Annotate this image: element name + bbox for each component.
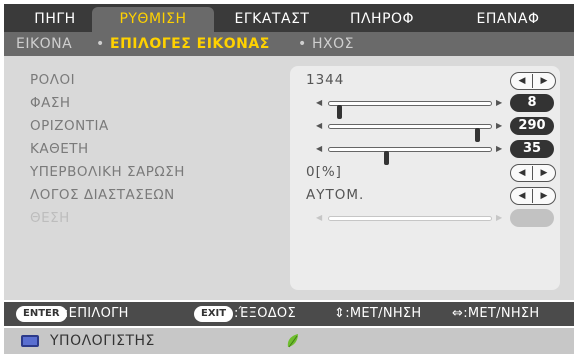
aspect-ratio-spinner[interactable]: ◀ ▶	[510, 187, 556, 205]
subtab-picture[interactable]: ΕΙΚΟΝΑ	[16, 32, 72, 56]
setting-value-aspect-ratio: ΑΥΤΟΜ.	[306, 187, 365, 203]
horizontal-value: 290	[510, 117, 554, 135]
eco-leaf-icon	[287, 334, 298, 348]
arrow-right-icon[interactable]: ▶	[533, 73, 555, 89]
arrow-left-icon[interactable]: ◀	[511, 188, 533, 204]
help-leftright-text: ⇔:ΜΕΤ/ΝΗΣΗ	[452, 306, 540, 321]
tab-setup[interactable]: ΡΥΘΜΙΣΗ	[92, 7, 214, 32]
arrow-left-icon[interactable]: ◀	[511, 73, 533, 89]
enter-key-badge: ENTER	[16, 306, 67, 322]
exit-key-badge: EXIT	[194, 306, 234, 322]
position-slider: ◀ ▶	[314, 208, 506, 228]
overscan-spinner[interactable]: ◀ ▶	[510, 164, 556, 182]
arrow-left-icon[interactable]: ◀	[316, 139, 322, 159]
vertical-value: 35	[510, 140, 554, 158]
setting-label-horizontal: ΟΡΙΖΟΝΤΙΑ	[30, 118, 109, 134]
horizontal-slider[interactable]: ◀ ▶	[314, 116, 506, 142]
arrow-right-icon[interactable]: ▶	[533, 188, 555, 204]
status-bar: ΥΠΟΛΟΓΙΣΤΗΣ	[4, 328, 574, 354]
arrow-left-icon[interactable]: ◀	[511, 165, 533, 181]
setting-label-clock: ΡΟΛΟΙ	[30, 72, 76, 88]
slider-knob[interactable]	[383, 151, 389, 165]
tab-source[interactable]: ΠΗΓΗ	[18, 7, 92, 32]
arrow-left-icon[interactable]: ◀	[316, 116, 322, 136]
subtab-audio[interactable]: ΗΧΟΣ	[312, 32, 354, 56]
vertical-slider[interactable]: ◀ ▶	[314, 139, 506, 165]
setting-value-overscan: 0[%]	[306, 164, 342, 180]
tab-info[interactable]: ΠΛΗΡΟΦ	[330, 7, 434, 32]
setting-label-position: ΘΕΣΗ	[30, 210, 70, 226]
help-updown-text: ⇕:ΜΕΤ/ΝΗΣΗ	[334, 306, 422, 321]
clock-spinner[interactable]: ◀ ▶	[510, 72, 556, 90]
arrow-right-icon[interactable]: ▶	[496, 116, 502, 136]
main-tab-bar: ΠΗΓΗ ΡΥΘΜΙΣΗ ΕΓΚΑΤΑΣΤ ΠΛΗΡΟΦ ΕΠΑΝΑΦ	[4, 4, 574, 32]
help-exit-text: :ΈΞΟΔΟΣ	[234, 306, 296, 321]
arrow-right-icon: ▶	[496, 213, 503, 222]
arrow-right-icon[interactable]: ▶	[496, 139, 502, 159]
position-value	[510, 209, 554, 227]
input-source-label: ΥΠΟΛΟΓΙΣΤΗΣ	[50, 333, 155, 349]
phase-slider[interactable]: ◀ ▶	[314, 93, 506, 119]
sub-tab-bar: ΕΙΚΟΝΑ • ΕΠΙΛΟΓΕΣ ΕΙΚΟΝΑΣ • ΗΧΟΣ	[4, 32, 574, 56]
projector-menu: ΠΗΓΗ ΡΥΘΜΙΣΗ ΕΓΚΑΤΑΣΤ ΠΛΗΡΟΦ ΕΠΑΝΑΦ ΕΙΚΟ…	[4, 4, 574, 354]
tab-install[interactable]: ΕΓΚΑΤΑΣΤ	[220, 7, 324, 32]
settings-panel: ΡΟΛΟΙ 1344 ◀ ▶ ΦΑΣΗ ◀ ▶ 8 ΟΡΙΖΟΝΤΙΑ ◀ ▶ …	[4, 56, 574, 300]
subtab-separator: •	[96, 36, 105, 52]
tab-reset[interactable]: ΕΠΑΝΑΦ	[456, 7, 560, 32]
arrow-left-icon[interactable]: ◀	[316, 93, 322, 113]
arrow-left-icon: ◀	[316, 213, 323, 222]
setting-label-phase: ΦΑΣΗ	[30, 95, 71, 111]
subtab-separator: •	[298, 36, 307, 52]
help-enter-text: :ΕΠΙΛΟΓΗ	[64, 306, 129, 321]
setting-label-vertical: ΚΑΘΕΤΗ	[30, 141, 89, 157]
setting-label-overscan: ΥΠΕΡΒΟΛΙΚΗ ΣΑΡΩΣΗ	[30, 164, 185, 180]
subtab-image-options[interactable]: ΕΠΙΛΟΓΕΣ ΕΙΚΟΝΑΣ	[110, 32, 270, 56]
help-bar: ENTER :ΕΠΙΛΟΓΗ EXIT :ΈΞΟΔΟΣ ⇕:ΜΕΤ/ΝΗΣΗ ⇔…	[4, 302, 574, 326]
computer-monitor-icon	[21, 335, 39, 347]
setting-value-clock: 1344	[306, 72, 345, 88]
arrow-right-icon[interactable]: ▶	[533, 165, 555, 181]
setting-label-aspect-ratio: ΛΟΓΟΣ ΔΙΑΣΤΑΣΕΩΝ	[30, 187, 175, 203]
phase-value: 8	[510, 94, 554, 112]
arrow-right-icon[interactable]: ▶	[496, 93, 502, 113]
